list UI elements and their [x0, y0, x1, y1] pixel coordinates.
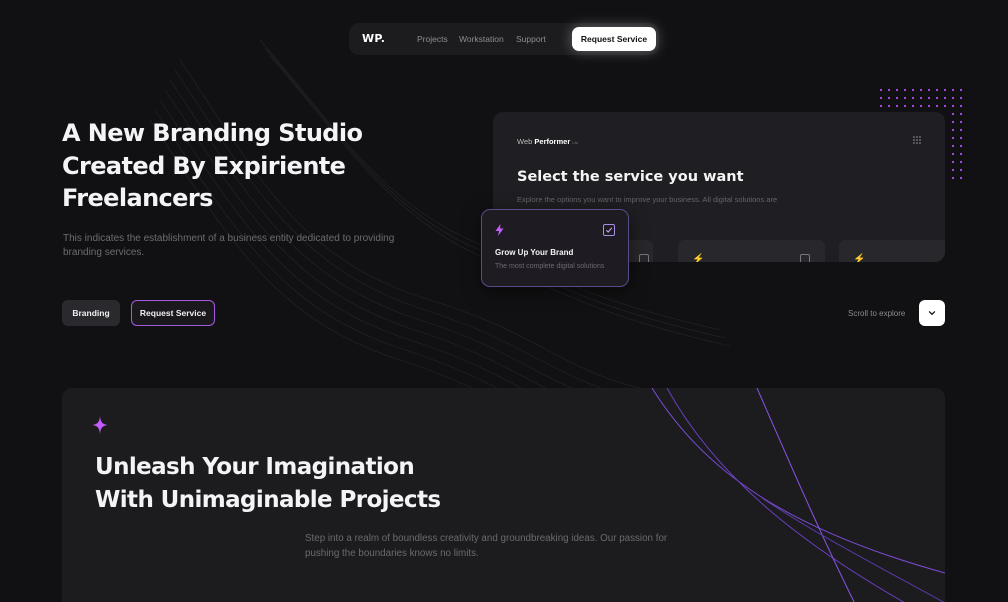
service-panel-subtitle: Explore the options you want to improve … [517, 195, 778, 204]
bolt-icon [495, 224, 504, 236]
scroll-to-explore-label: Scroll to explore [848, 309, 906, 318]
bolt-icon: ⚡ [692, 254, 705, 262]
logo[interactable]: WP. [362, 32, 385, 45]
hero-description: This indicates the establishment of a bu… [63, 233, 395, 258]
projects-section: Unleash Your Imagination With Unimaginab… [62, 388, 945, 602]
checkbox-checked-icon[interactable] [603, 224, 615, 236]
nav-link-workstation[interactable]: Workstation [459, 34, 504, 44]
checkbox-icon[interactable] [639, 254, 649, 262]
brand-suffix-text: Ltd [572, 140, 578, 145]
chevron-down-icon [928, 311, 936, 316]
service-option-card[interactable]: ⚡ [839, 240, 945, 262]
brand-light-text: Web [517, 137, 533, 146]
web-performer-brand: Web Performer Ltd [517, 137, 578, 146]
nav-link-support[interactable]: Support [516, 34, 546, 44]
bolt-icon: ⚡ [853, 254, 866, 262]
hero-title: A New Branding Studio Created By Expirie… [62, 117, 442, 215]
request-service-button[interactable]: Request Service [131, 300, 215, 326]
card-subtitle: The most complete digital solutions [495, 263, 605, 270]
section-title-line: Unleash Your Imagination [95, 454, 415, 480]
section-title: Unleash Your Imagination With Unimaginab… [95, 451, 515, 517]
nav-request-service-button[interactable]: Request Service [572, 27, 656, 51]
top-navigation-bar: WP. Projects Workstation Support Request… [349, 23, 659, 55]
scroll-down-button[interactable] [919, 300, 945, 326]
sparkle-icon [92, 416, 108, 434]
hero-title-line: Created By Expiriente [62, 151, 346, 180]
service-option-card[interactable]: ⚡ [678, 240, 825, 262]
hero-title-line: Freelancers [62, 184, 213, 212]
checkbox-icon[interactable] [800, 254, 810, 262]
brand-bold-text: Performer [534, 137, 571, 146]
selected-service-card[interactable]: Grow Up Your Brand The most complete dig… [481, 209, 629, 287]
card-title: Grow Up Your Brand [495, 248, 574, 257]
grid-menu-icon[interactable] [913, 136, 921, 144]
section-description: Step into a realm of boundless creativit… [305, 533, 668, 559]
service-panel-title: Select the service you want [517, 169, 744, 185]
hero-title-line: A New Branding Studio [62, 119, 363, 147]
nav-link-projects[interactable]: Projects [417, 34, 448, 44]
section-title-line: With Unimaginable Projects [95, 487, 441, 513]
branding-button[interactable]: Branding [62, 300, 120, 326]
